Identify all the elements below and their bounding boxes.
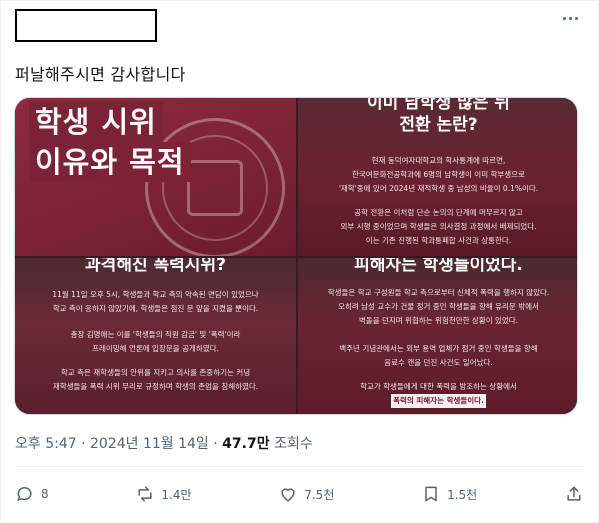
- media-image-3[interactable]: 과격해진 폭력시위? 11월 11일 오후 5시, 학생들과 학교 측의 약속된…: [15, 258, 296, 414]
- retweet-button[interactable]: 1.4만: [135, 484, 192, 504]
- tile2-p2c: 이는 기존 진행된 학과통폐합 사건과 상통한다.: [365, 236, 512, 245]
- tile2-p2a: 공학 전환은 이처럼 단순 논의의 단계에 머무르지 않고: [354, 208, 523, 217]
- tweet-media-grid: 학생 시위 이유와 목적 이미 남학생 많은 뒤 전환 논란? 현재 동덕여자대…: [14, 97, 578, 415]
- tile4-p1c: 벽돌을 던지며 위협하는 위험천만한 상황이 있었다.: [358, 316, 519, 325]
- tile3-paragraph-2: 총장 김명애는 이를 '학생들의 직원 감금' 및 '폭력'이라 프레이밍해 언…: [25, 328, 286, 356]
- tile4-heading: 피해자는 학생들이었다.: [354, 258, 523, 275]
- tile3-p3b: 재학생들을 폭력 시위 무리로 규정하며 학생의 존엄을 침해하였다.: [52, 382, 259, 391]
- tile4-paragraph-3: 학교가 학생들에게 대한 폭력을 방조하는 상황에서 폭력의 피해자는 학생들이…: [308, 380, 569, 408]
- tile1-title-line2: 이유와 목적: [29, 142, 191, 182]
- views-label: 조회수: [274, 436, 313, 452]
- tile2-p1c: '재학'중에 있어 2024년 재적학생 중 남성의 비율이 0.1%이다.: [338, 184, 539, 193]
- tile2-paragraph-2: 공학 전환은 이처럼 단순 논의의 단계에 머무르지 않고 외부 시행 중이었으…: [308, 206, 569, 248]
- tile2-heading-1: 이미 남학생 많은 뒤: [367, 98, 510, 113]
- tile3-p1b: 학교 측이 응하지 않았기에, 학생들은 점진 문 앞을 지켰을 뿐이다.: [52, 304, 259, 313]
- action-bar: 8 1.4만 7.5천 1.5천: [15, 481, 584, 507]
- tile2-p2b: 외부 시행 중이었으며 학생들은 의사결정 과정에서 배제되었다.: [340, 222, 537, 231]
- tile4-paragraph-1: 학생들은 학교 구성원들 학교 측으로부터 신체적 폭력을 행하지 않았다. 오…: [308, 286, 569, 328]
- tile2-p1a: 현재 동덕여자대학교의 학사통계에 따르면,: [371, 156, 506, 165]
- retweet-count: 1.4만: [161, 487, 192, 502]
- tile3-heading: 과격해진 폭력시위?: [85, 258, 226, 275]
- seal-emblem: [187, 160, 243, 216]
- views-count: 47.7만: [222, 436, 270, 452]
- bookmark-icon: [425, 486, 437, 502]
- bookmark-button[interactable]: 1.5천: [421, 484, 477, 504]
- tile4-p3a: 학교가 학생들에게 대한 폭력을 방조하는 상황에서: [360, 382, 517, 391]
- tile3-p1a: 11월 11일 오후 5시, 학생들과 학교 측의 약속된 면담이 있었으나: [52, 290, 259, 299]
- tile2-paragraph-1: 현재 동덕여자대학교의 학사통계에 따르면, 한국여문화전공학과에 6명의 남학…: [308, 154, 569, 196]
- reply-bubble-icon: [17, 487, 32, 502]
- like-count: 7.5천: [304, 487, 335, 502]
- tweet-text: 퍼날해주시면 감사합니다: [15, 65, 186, 84]
- tweet-timestamp[interactable]: 오후 5:47 · 2024년 11월 14일: [15, 436, 209, 452]
- redacted-username-box: [15, 9, 157, 42]
- tile2-p1b: 한국여문화전공학과에 6명의 남학생이 이미 학부생으로: [351, 170, 525, 179]
- share-upload-icon: [567, 486, 581, 501]
- like-button[interactable]: 7.5천: [278, 484, 334, 504]
- reply-button[interactable]: 8: [15, 484, 49, 504]
- media-image-2[interactable]: 이미 남학생 많은 뒤 전환 논란? 현재 동덕여자대학교의 학사통계에 따르면…: [298, 98, 577, 256]
- tile4-p2b: 음료수 캔을 던진 사건도 일어났다.: [384, 358, 493, 367]
- tile4-p1a: 학생들은 학교 구성원들 학교 측으로부터 신체적 폭력을 행하지 않았다.: [327, 288, 550, 297]
- bookmark-count: 1.5천: [447, 487, 478, 502]
- tile4-paragraph-2: 백주년 기념관에서는 외부 용역 업체가 점거 중인 학생들을 향해 음료수 캔…: [308, 342, 569, 370]
- meta-separator: ·: [213, 436, 218, 452]
- tile4-p1b: 오히려 남성 교수가 건물 정거 중인 학생들을 향해 유리문 밖에서: [338, 302, 539, 311]
- tile2-heading-2: 전환 논란?: [399, 115, 478, 135]
- media-image-4[interactable]: 피해자는 학생들이었다. 학생들은 학교 구성원들 학교 측으로부터 신체적 폭…: [298, 258, 577, 414]
- tile3-paragraph-1: 11월 11일 오후 5시, 학생들과 학교 측의 약속된 면담이 있었으나 학…: [25, 288, 286, 316]
- tile3-p2b: 프레이밍해 언론에 입장문을 공개하였다.: [92, 344, 219, 353]
- tile3-paragraph-3: 학교 측은 재학생들의 안위를 지키고 의사를 존중하기는 커녕 재학생들을 폭…: [25, 366, 286, 394]
- tile4-p2a: 백주년 기념관에서는 외부 용역 업체가 점거 중인 학생들을 향해: [339, 344, 538, 353]
- tile4-p3b: 폭력의 피해자는 학생들이다.: [391, 394, 486, 408]
- tweet-card: 퍼날해주시면 감사합니다 학생 시위 이유와 목적 이미 남학생 많은 뒤 전환…: [0, 0, 599, 523]
- share-button[interactable]: [564, 484, 584, 504]
- reply-count: 8: [41, 487, 49, 501]
- tile3-p2a: 총장 김명애는 이를 '학생들의 직원 감금' 및 '폭력'이라: [70, 330, 241, 339]
- media-image-1[interactable]: 학생 시위 이유와 목적: [15, 98, 296, 256]
- divider: [15, 466, 584, 467]
- tile3-p3a: 학교 측은 재학생들의 안위를 지키고 의사를 존중하기는 커녕: [60, 368, 251, 377]
- more-dots-icon[interactable]: [559, 11, 581, 25]
- heart-icon: [281, 488, 295, 502]
- retweet-icon: [138, 486, 152, 502]
- tile1-title: 학생 시위 이유와 목적: [29, 102, 191, 182]
- tile1-title-line1: 학생 시위: [29, 102, 163, 142]
- tweet-meta: 오후 5:47 · 2024년 11월 14일 · 47.7만 조회수: [15, 433, 313, 453]
